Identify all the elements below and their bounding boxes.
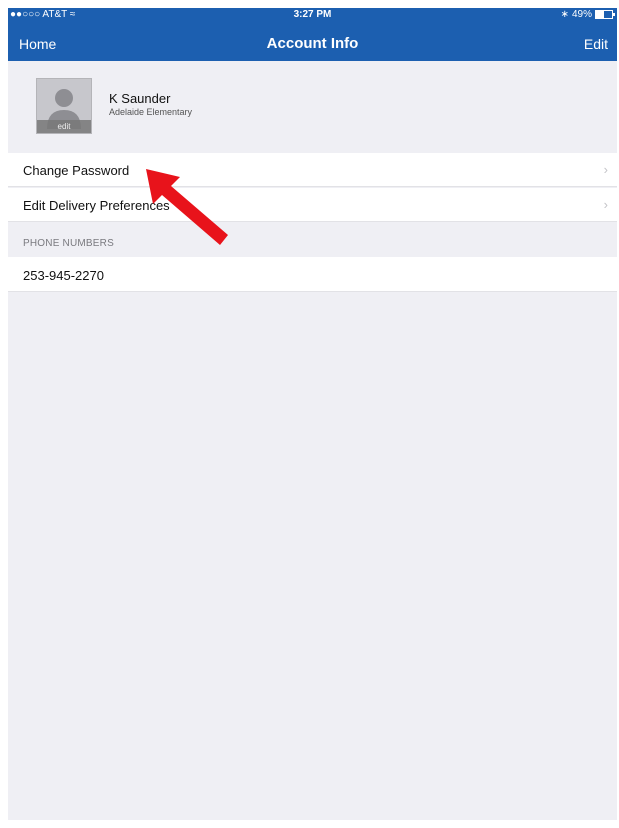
- battery-icon: [595, 10, 615, 19]
- phone-number: 253-945-2270: [23, 268, 104, 283]
- chevron-right-icon: ›: [603, 162, 608, 177]
- profile-name: K Saunder: [109, 91, 171, 106]
- account-info-screen: ●●○○○ AT&T ≈ 3:27 PM ∗ 49% Home Account …: [8, 8, 617, 820]
- red-arrow-annotation: [146, 169, 228, 245]
- change-password-label: Change Password: [23, 163, 130, 178]
- change-password-row[interactable]: Change Password ›: [8, 153, 617, 187]
- avatar-edit-label[interactable]: edit: [37, 120, 91, 133]
- status-time: 3:27 PM: [293, 9, 332, 20]
- phone-number-row[interactable]: 253-945-2270: [8, 257, 617, 292]
- profile-school: Adelaide Elementary: [109, 107, 193, 117]
- phone-numbers-header: PHONE NUMBERS: [23, 238, 114, 249]
- battery-percent: 49%: [571, 9, 592, 20]
- top-bar: ●●○○○ AT&T ≈ 3:27 PM ∗ 49% Home Account …: [8, 8, 617, 61]
- navigation-bar: Home Account Info Edit: [8, 33, 617, 57]
- status-right: ∗ 49%: [560, 9, 615, 20]
- profile-header: edit K Saunder Adelaide Elementary: [8, 61, 617, 154]
- edit-delivery-preferences-row[interactable]: Edit Delivery Preferences ›: [8, 188, 617, 222]
- avatar[interactable]: edit: [36, 78, 92, 134]
- home-button[interactable]: Home: [19, 36, 56, 52]
- edit-button[interactable]: Edit: [584, 36, 608, 52]
- chevron-right-icon: ›: [603, 197, 608, 212]
- bluetooth-icon: ∗: [560, 9, 569, 20]
- page-title: Account Info: [266, 35, 359, 52]
- status-bar: ●●○○○ AT&T ≈ 3:27 PM ∗ 49%: [8, 8, 617, 22]
